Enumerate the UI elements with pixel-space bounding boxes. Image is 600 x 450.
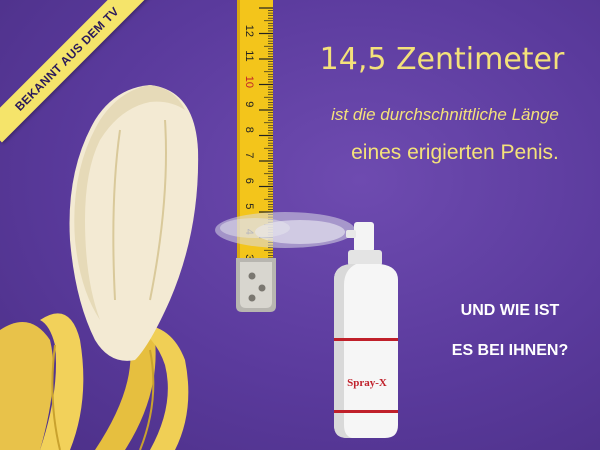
spray-bottle [334,222,398,438]
tape-number: 5 [243,203,255,209]
product-label: Spray-X [347,377,387,389]
spray-mist [215,212,355,248]
subline-average-length: ist die durchschnittliche Länge [331,105,559,124]
headline: 14,5 Zentimeter [319,42,565,77]
banana-illustration [0,85,199,450]
question-line-1: UND WIE IST [460,302,560,319]
tape-measure: 12111098765432 [236,0,276,312]
tape-number: 9 [243,101,255,107]
subline-erect-penis: eines erigierten Penis. [351,141,559,164]
tape-number: 8 [243,127,255,133]
question-line-2: ES BEI IHNEN? [451,342,569,359]
tape-number: 12 [243,25,255,37]
tape-number: 6 [243,178,255,184]
tape-number: 10 [243,76,255,88]
tape-number: 11 [243,50,255,61]
advertisement-banner[interactable]: 12111098765432 [0,0,600,450]
tape-number: 7 [243,152,255,158]
